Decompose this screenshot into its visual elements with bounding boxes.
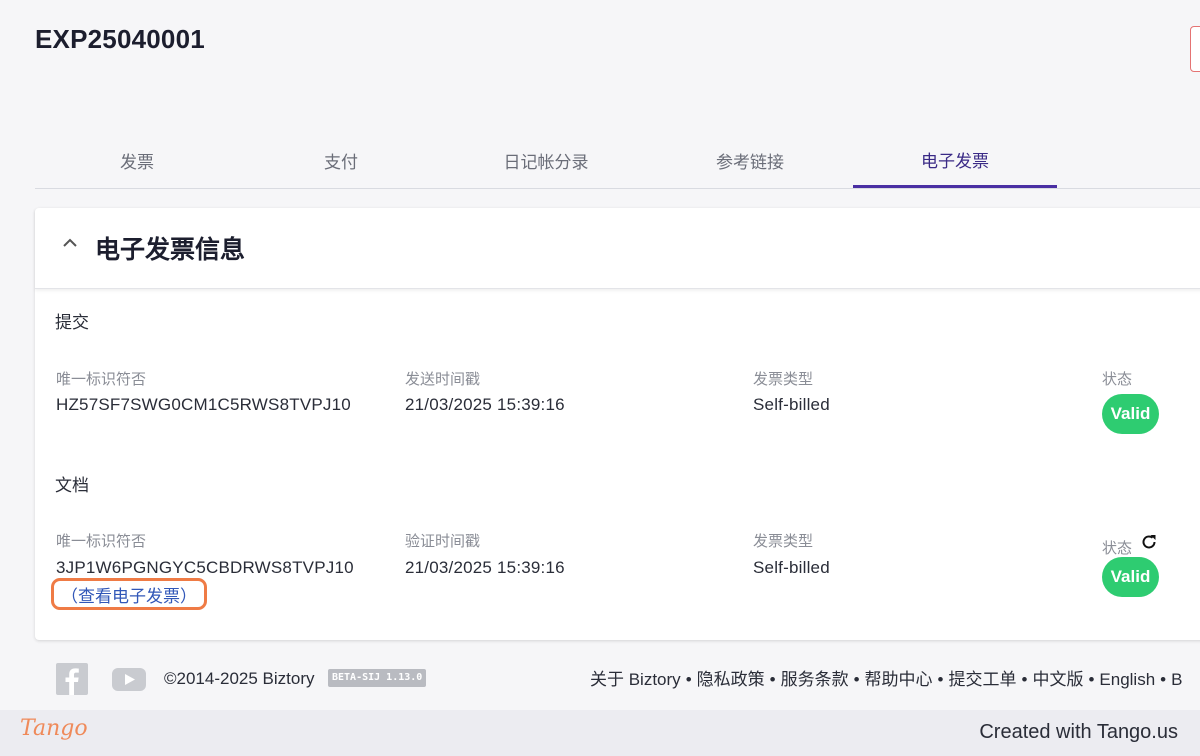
- footer-link-help[interactable]: 帮助中心: [865, 670, 933, 689]
- tab-einvoice[interactable]: 电子发票: [853, 134, 1057, 188]
- tango-bar: Tango Created with Tango.us: [0, 710, 1200, 756]
- document-type-label: 发票类型: [753, 533, 814, 550]
- tango-logo: Tango: [20, 716, 88, 741]
- footer-copyright: ©2014-2025 Biztory: [164, 669, 315, 688]
- version-badge: BETA-SIJ 1.13.0: [328, 669, 427, 687]
- submission-time-value: 21/03/2025 15:39:16: [405, 395, 565, 414]
- corner-action-button[interactable]: [1190, 26, 1200, 72]
- refresh-icon[interactable]: [1140, 533, 1158, 551]
- submission-uid-label: 唯一标识符否: [56, 371, 147, 388]
- submission-uid-value: HZ57SF7SWG0CM1C5RWS8TVPJ10: [56, 395, 351, 414]
- submission-time-label: 发送时间戳: [405, 371, 481, 388]
- document-title: EXP25040001: [35, 24, 205, 54]
- submission-type-value: Self-billed: [753, 395, 830, 414]
- footer-link-chinese[interactable]: 中文版: [1032, 670, 1083, 689]
- footer-link-about[interactable]: 关于 Biztory: [590, 670, 681, 689]
- document-uid-label: 唯一标识符否: [56, 533, 147, 550]
- submission-section-title: 提交: [55, 313, 89, 332]
- footer-links: 关于 Biztory • 隐私政策 • 服务条款 • 帮助中心 • 提交工单 • 中文版 • Engli…: [590, 670, 1183, 689]
- tab-journal-entries[interactable]: 日记帐分录: [444, 134, 648, 187]
- footer-link-privacy[interactable]: 隐私政策: [697, 670, 765, 689]
- document-status-badge: Valid: [1102, 557, 1159, 597]
- footer-link-ticket[interactable]: 提交工单: [949, 670, 1017, 689]
- tango-credit: Created with Tango.us: [979, 721, 1178, 743]
- tab-invoice[interactable]: 发票: [35, 134, 239, 187]
- youtube-icon[interactable]: [112, 663, 146, 695]
- document-time-value: 21/03/2025 15:39:16: [405, 558, 565, 577]
- tab-payment[interactable]: 支付: [239, 134, 443, 187]
- page-footer: ©2014-2025 Biztory BETA-SIJ 1.13.0 关于 Bi…: [0, 655, 1200, 705]
- tab-bar: 发票 支付 日记帐分录 参考链接 电子发票: [35, 134, 1200, 189]
- chevron-up-icon[interactable]: [61, 234, 79, 252]
- footer-link-english[interactable]: English: [1099, 670, 1155, 689]
- submission-type-label: 发票类型: [753, 371, 814, 388]
- tab-reference-links[interactable]: 参考链接: [648, 134, 852, 187]
- submission-status-badge: Valid: [1102, 394, 1159, 434]
- footer-link-terms[interactable]: 服务条款: [781, 670, 849, 689]
- footer-link-more[interactable]: B: [1171, 670, 1182, 689]
- view-einvoice-link[interactable]: （查看电子发票）: [51, 578, 207, 610]
- submission-status-label: 状态: [1102, 371, 1133, 388]
- document-time-label: 验证时间戳: [405, 533, 481, 550]
- document-type-value: Self-billed: [753, 558, 830, 577]
- einvoice-card-header[interactable]: 电子发票信息: [35, 208, 1200, 289]
- document-status-label: 状态: [1102, 540, 1133, 557]
- einvoice-card: 电子发票信息 提交 唯一标识符否 HZ57SF7SWG0CM1C5RWS8TVP…: [35, 208, 1200, 640]
- document-uid-value: 3JP1W6PGNGYC5CBDRWS8TVPJ10: [56, 558, 354, 577]
- einvoice-card-title: 电子发票信息: [95, 236, 246, 264]
- document-section-title: 文档: [55, 476, 89, 495]
- facebook-icon[interactable]: [56, 663, 88, 695]
